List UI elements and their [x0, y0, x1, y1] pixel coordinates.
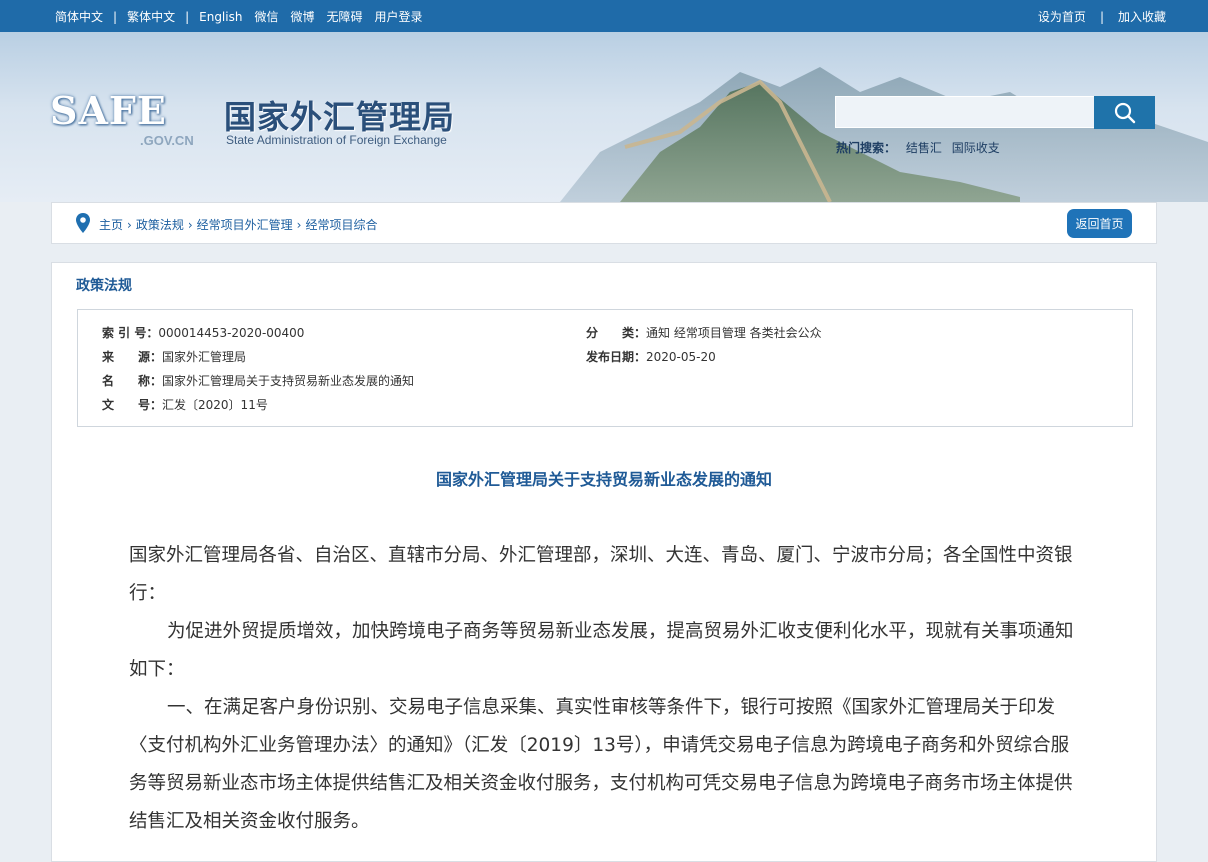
meta-label: 发布日期： [586, 350, 647, 364]
link-set-homepage[interactable]: 设为首页 [1038, 8, 1086, 25]
meta-label: 文 号： [102, 398, 163, 412]
logo-domain-text: .GOV.CN [140, 133, 194, 148]
breadcrumb-current-account[interactable]: 经常项目外汇管理 [197, 218, 293, 232]
divider: | [1099, 9, 1104, 24]
top-links-left: 简体中文 | 繁体中文 | English 微信 微博 无障碍 用户登录 [55, 8, 423, 25]
breadcrumb-current-account-general[interactable]: 经常项目综合 [305, 218, 377, 232]
meta-source-row: 来 源：国家外汇管理局 [102, 348, 246, 365]
breadcrumb-separator: › [187, 218, 193, 232]
meta-label: 分 类： [586, 326, 647, 340]
site-title-english: State Administration of Foreign Exchange [226, 133, 447, 147]
meta-label: 来 源： [102, 350, 163, 364]
search-field[interactable] [835, 96, 1095, 128]
meta-value: 通知 经常项目管理 各类社会公众 [646, 326, 822, 340]
breadcrumb-policy[interactable]: 政策法规 [136, 218, 184, 232]
top-links-right: 设为首页 | 加入收藏 [1038, 8, 1166, 25]
link-add-favorite[interactable]: 加入收藏 [1118, 8, 1166, 25]
meta-docno-row: 文 号：汇发〔2020〕11号 [102, 396, 268, 413]
meta-value: 国家外汇管理局关于支持贸易新业态发展的通知 [162, 374, 415, 388]
search-input[interactable] [836, 97, 1094, 127]
link-simplified-chinese[interactable]: 简体中文 [55, 8, 103, 25]
site-title: 国家外汇管理局 [224, 98, 456, 136]
meta-date-row: 发布日期：2020-05-20 [586, 348, 716, 365]
breadcrumb-separator: › [296, 218, 302, 232]
document-meta-table: 索 引 号：000014453-2020-00400 分 类：通知 经常项目管理… [77, 309, 1133, 427]
meta-category-row: 分 类：通知 经常项目管理 各类社会公众 [586, 324, 822, 341]
link-user-login[interactable]: 用户登录 [375, 8, 423, 25]
hot-search-label: 热门搜索： [836, 141, 897, 155]
divider: | [113, 9, 118, 24]
link-traditional-chinese[interactable]: 繁体中文 [127, 8, 175, 25]
meta-label: 索 引 号： [102, 326, 159, 340]
search-button[interactable] [1094, 96, 1155, 129]
main-content: 政策法规 索 引 号：000014453-2020-00400 分 类：通知 经… [51, 262, 1157, 862]
link-accessibility[interactable]: 无障碍 [327, 8, 363, 25]
meta-value: 国家外汇管理局 [162, 350, 247, 364]
meta-value: 汇发〔2020〕11号 [162, 398, 268, 412]
breadcrumb: 主页 › 政策法规 › 经常项目外汇管理 › 经常项目综合 [99, 216, 378, 233]
link-wechat[interactable]: 微信 [254, 8, 278, 25]
section-title: 政策法规 [76, 278, 132, 294]
hot-search: 热门搜索： 结售汇 国际收支 [836, 139, 1000, 156]
document-body: 国家外汇管理局各省、自治区、直辖市分局、外汇管理部，深圳、大连、青岛、厦门、宁波… [129, 537, 1084, 841]
breadcrumb-bar: 主页 › 政策法规 › 经常项目外汇管理 › 经常项目综合 返回首页 [51, 202, 1157, 244]
link-english[interactable]: English [199, 10, 242, 24]
document-paragraph: 为促进外贸提质增效，加快跨境电子商务等贸易新业态发展，提高贸易外汇收支便利化水平… [129, 621, 1074, 680]
hot-search-item[interactable]: 国际收支 [952, 141, 1000, 155]
breadcrumb-separator: › [127, 218, 132, 232]
meta-index-row: 索 引 号：000014453-2020-00400 [102, 324, 304, 341]
document-paragraph: 一、在满足客户身份识别、交易电子信息采集、真实性审核等条件下，银行可按照《国家外… [129, 697, 1073, 832]
document-title: 国家外汇管理局关于支持贸易新业态发展的通知 [435, 470, 772, 489]
header-banner: SAFE .GOV.CN 国家外汇管理局 State Administratio… [0, 32, 1208, 202]
document-paragraph: 国家外汇管理局各省、自治区、直辖市分局、外汇管理部，深圳、大连、青岛、厦门、宁波… [129, 545, 1073, 604]
safe-logo[interactable]: SAFE [50, 88, 167, 133]
hot-search-item[interactable]: 结售汇 [906, 141, 942, 155]
meta-name-row: 名 称：国家外汇管理局关于支持贸易新业态发展的通知 [102, 372, 414, 389]
search-icon [1114, 102, 1135, 123]
return-home-button[interactable]: 返回首页 [1067, 209, 1132, 238]
divider: | [185, 9, 190, 24]
link-weibo[interactable]: 微博 [290, 8, 314, 25]
meta-value: 000014453-2020-00400 [158, 326, 305, 340]
meta-label: 名 称： [102, 374, 163, 388]
meta-value: 2020-05-20 [646, 350, 716, 364]
top-bar: 简体中文 | 繁体中文 | English 微信 微博 无障碍 用户登录 设为首… [0, 0, 1208, 32]
breadcrumb-home[interactable]: 主页 [99, 218, 123, 232]
location-pin-icon [76, 213, 90, 233]
